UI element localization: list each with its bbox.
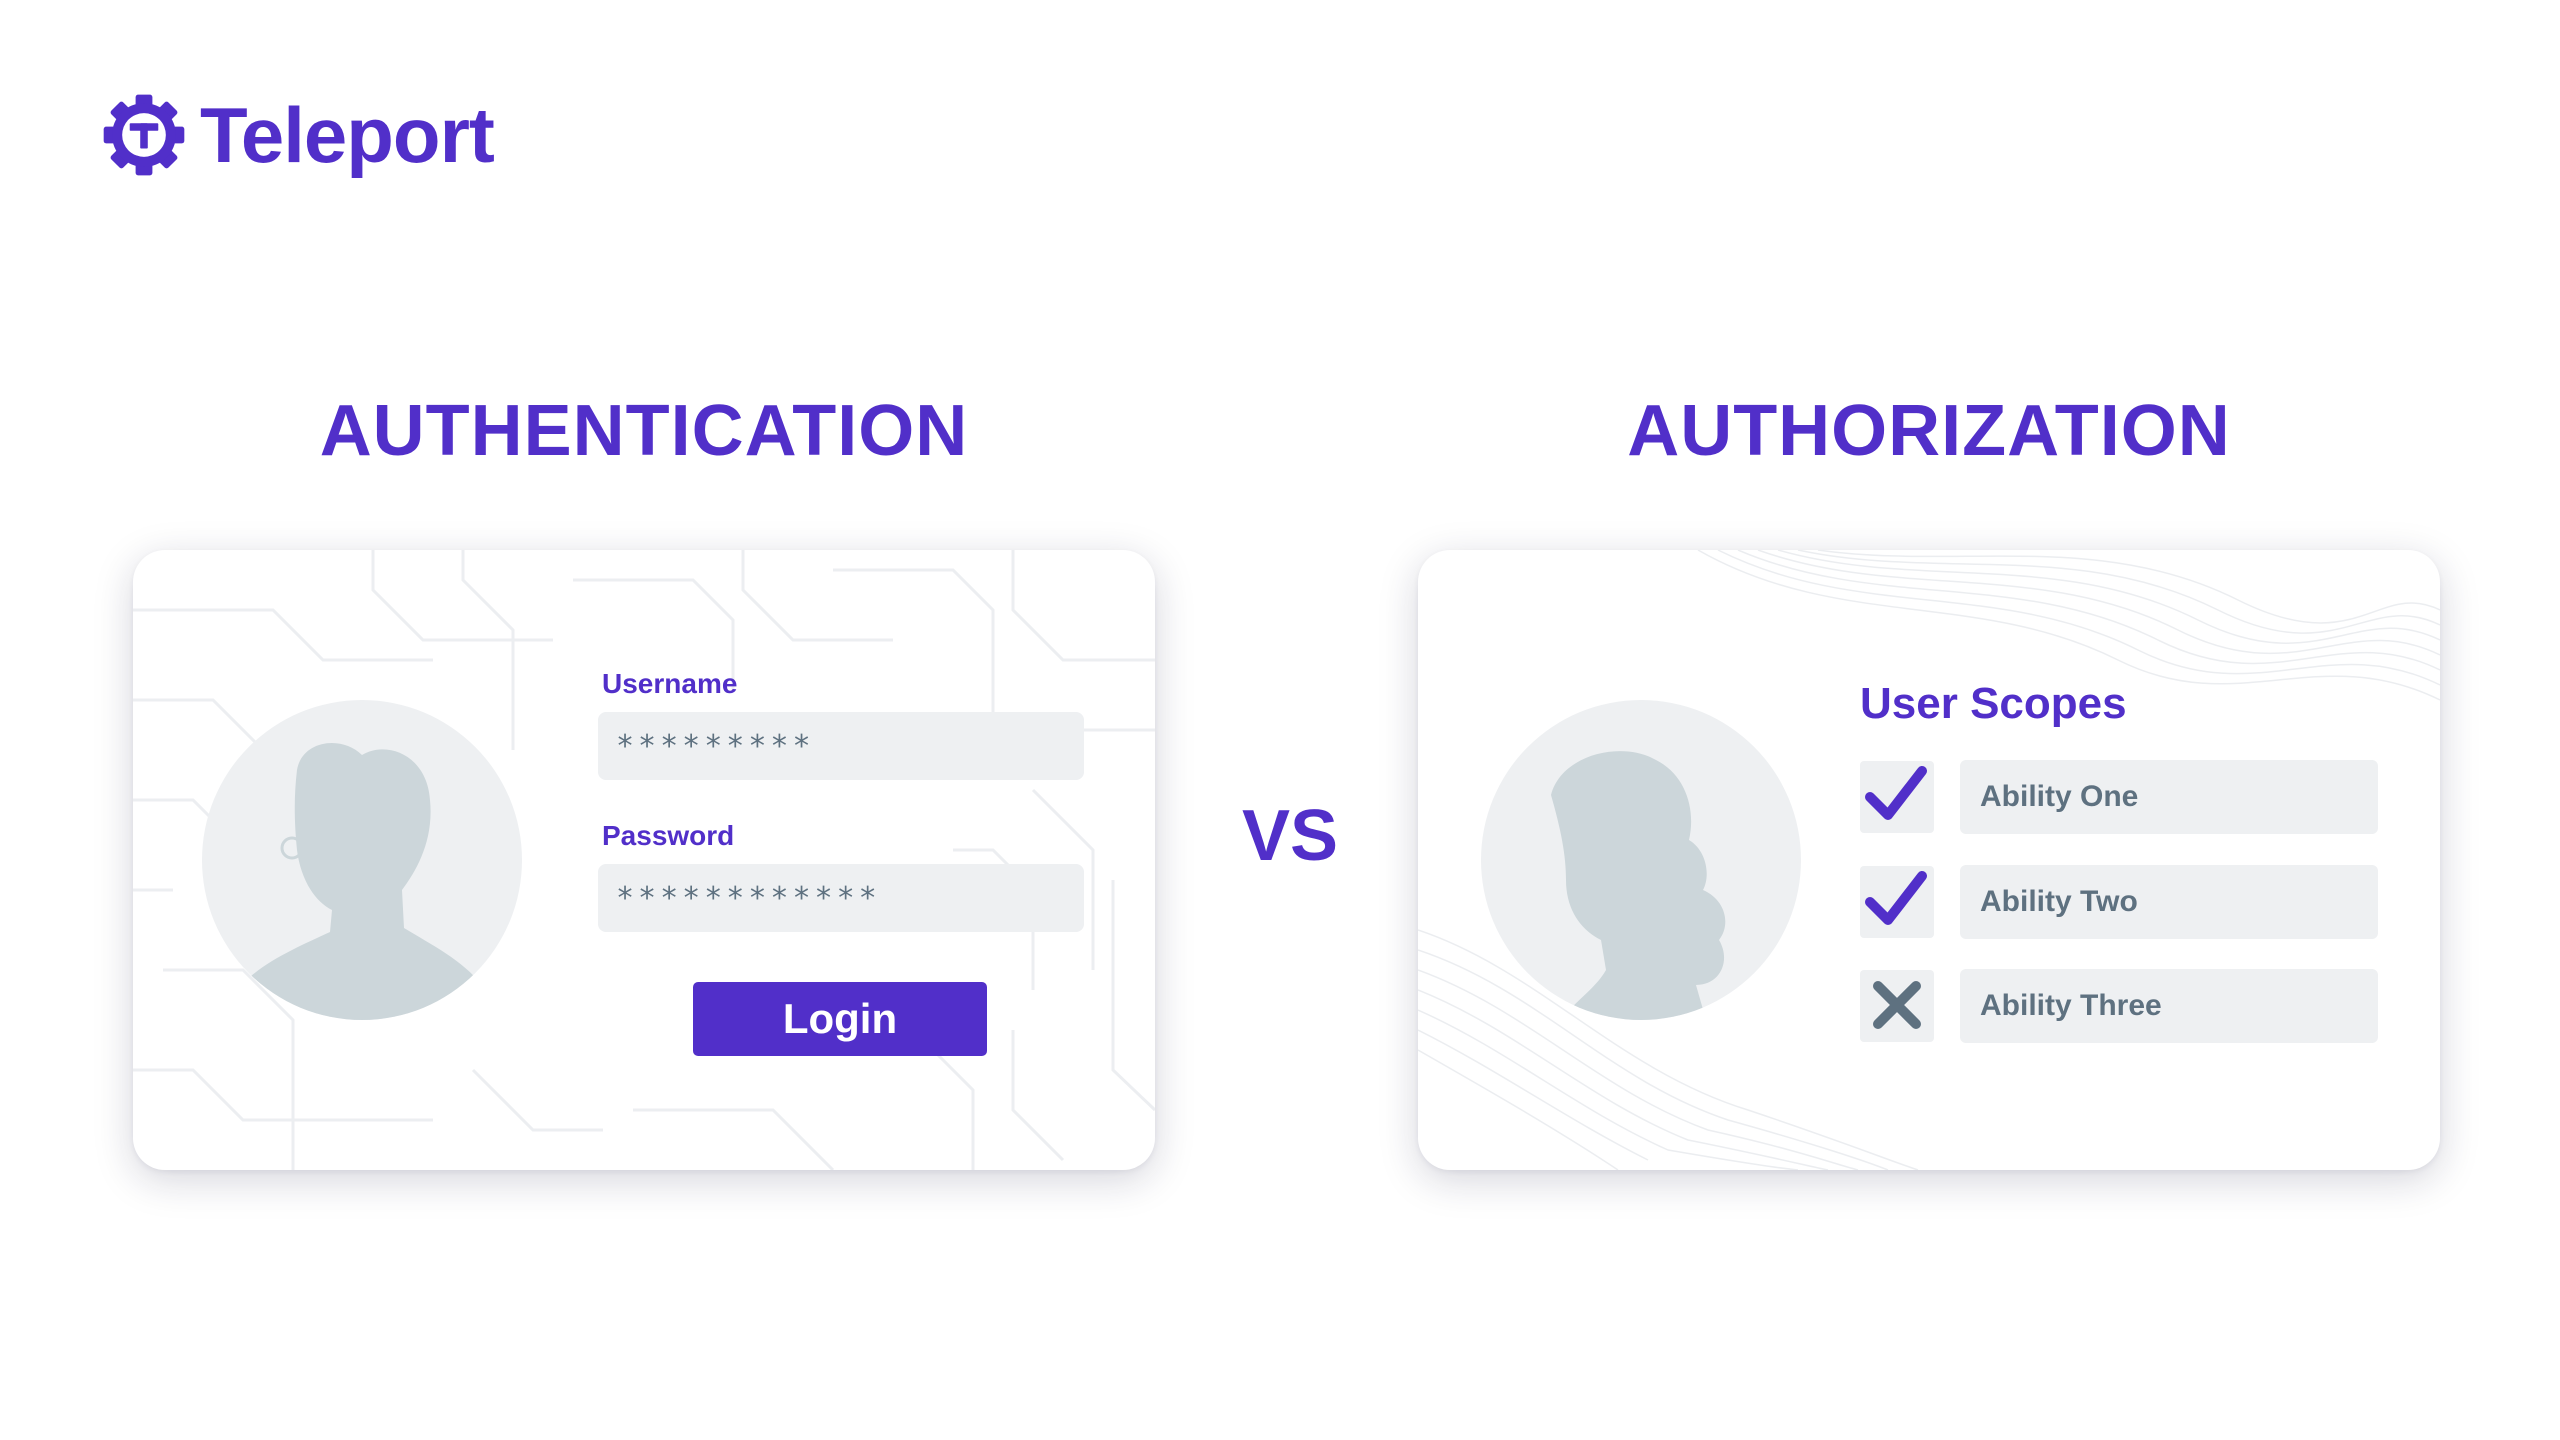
brand-name: Teleport: [200, 91, 495, 179]
user-avatar: [1481, 700, 1801, 1020]
checkmark-icon: [1865, 766, 1927, 820]
authorization-card: User Scopes Ability One Ability Two Abil…: [1418, 550, 2440, 1170]
username-field[interactable]: *********: [598, 712, 1084, 780]
scope-one-label: Ability One: [1960, 760, 2378, 834]
versus-label: VS: [1241, 796, 1339, 876]
authorization-heading: AUTHORIZATION: [1627, 391, 2231, 471]
authentication-heading: AUTHENTICATION: [319, 391, 969, 471]
checkmark-icon: [1865, 871, 1927, 925]
teleport-gear-logo-icon: [103, 94, 185, 176]
password-field[interactable]: ************: [598, 864, 1084, 932]
scope-one-checkbox[interactable]: [1860, 761, 1934, 833]
scope-three-checkbox[interactable]: [1860, 970, 1934, 1042]
password-label: Password: [602, 820, 735, 851]
user-avatar: [202, 700, 522, 1020]
login-button[interactable]: Login: [693, 982, 987, 1056]
authentication-card: Username ********* Password ************…: [133, 550, 1155, 1170]
scope-three-label: Ability Three: [1960, 969, 2378, 1043]
scope-two-label: Ability Two: [1960, 865, 2378, 939]
teleport-logo[interactable]: Teleport: [102, 91, 495, 179]
scope-two-checkbox[interactable]: [1860, 866, 1934, 938]
username-label: Username: [602, 668, 738, 699]
user-scopes-title: User Scopes: [1860, 679, 2127, 728]
x-mark-icon: [1873, 981, 1921, 1029]
